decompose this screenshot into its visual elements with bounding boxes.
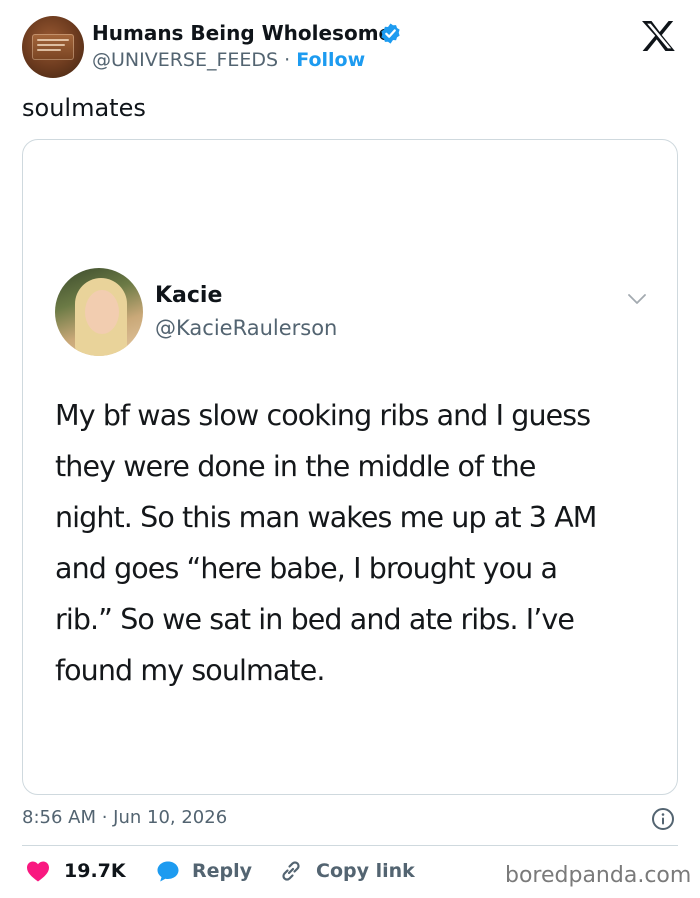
link-icon — [282, 861, 300, 881]
embedded-body-line: found my soulmate. — [55, 654, 325, 687]
embedded-tweet-card[interactable]: Kacie @KacieRaulerson My bf was slow coo… — [22, 139, 678, 795]
x-logo-icon[interactable] — [640, 20, 678, 52]
post-timestamp[interactable]: 8:56 AM · Jun 10, 2026 — [22, 806, 227, 830]
like-button[interactable]: 19.7K — [26, 856, 126, 886]
watermark: boredpanda.com — [505, 863, 692, 888]
handle-separator: · — [284, 49, 291, 71]
verified-badge-icon — [381, 23, 400, 44]
avatar-plaque — [32, 34, 74, 60]
embedded-handle: @KacieRaulerson — [155, 316, 338, 340]
author-handle-row: @UNIVERSE_FEEDS · Follow — [92, 47, 365, 73]
tweet-text: soulmates — [22, 94, 146, 122]
embedded-body-line: My bf was slow cooking ribs and I guess — [55, 399, 591, 432]
heart-icon — [27, 861, 49, 882]
reply-label: Reply — [192, 860, 253, 882]
author-display-name[interactable]: Humans Being Wholesome — [92, 20, 392, 46]
embedded-body-line: night. So this man wakes me up at 3 AM — [55, 501, 597, 534]
follow-button[interactable]: Follow — [296, 49, 365, 71]
embedded-body: My bf was slow cooking ribs and I guess … — [55, 390, 655, 696]
embedded-body-line: they were done in the middle of the — [55, 450, 536, 483]
info-icon[interactable] — [651, 807, 675, 831]
embedded-body-line: rib.” So we sat in bed and ate ribs. I’v… — [55, 603, 575, 636]
copy-link-label: Copy link — [316, 860, 415, 882]
like-count: 19.7K — [64, 860, 126, 882]
embedded-body-line: and goes “here babe, I brought you a — [55, 552, 558, 585]
chevron-down-icon — [628, 294, 646, 304]
copy-link-button[interactable]: Copy link — [278, 856, 415, 886]
reply-button[interactable]: Reply — [156, 856, 252, 886]
embedded-name: Kacie — [155, 283, 223, 308]
action-divider — [22, 845, 678, 846]
author-avatar[interactable] — [22, 16, 84, 78]
author-handle[interactable]: @UNIVERSE_FEEDS — [92, 49, 278, 71]
embedded-avatar — [55, 268, 143, 356]
reply-bubble-icon — [157, 861, 179, 882]
